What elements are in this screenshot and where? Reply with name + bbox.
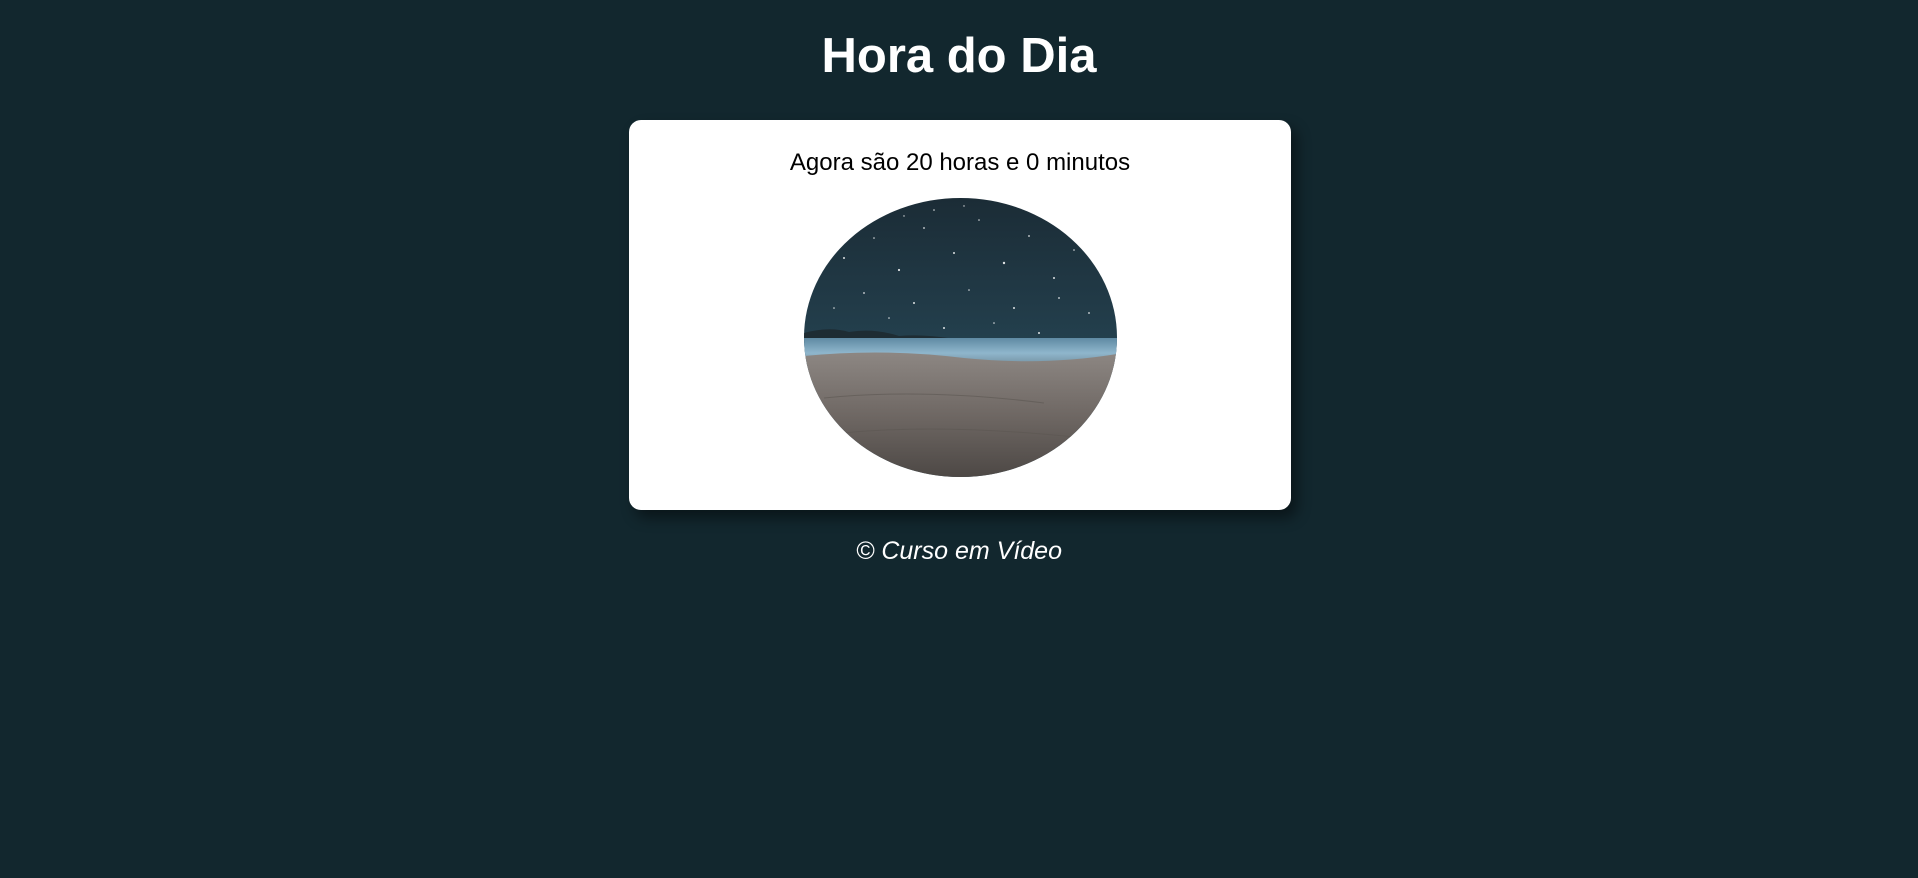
time-message: Agora são 20 horas e 0 minutos (789, 149, 1131, 176)
time-card: Agora são 20 horas e 0 minutos (629, 120, 1291, 510)
night-beach-photo (804, 198, 1117, 477)
page-title: Hora do Dia (821, 29, 1097, 83)
footer-credit: © Curso em Vídeo (855, 537, 1062, 565)
